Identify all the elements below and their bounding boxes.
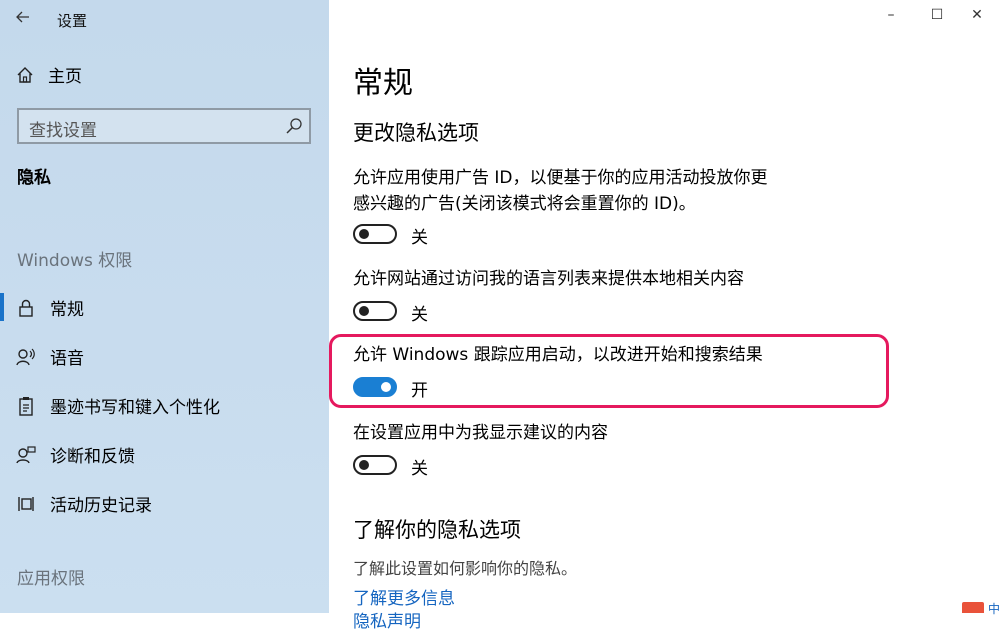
section-heading-privacy-options: 更改隐私选项: [353, 121, 479, 145]
language-list-state: 关: [411, 305, 428, 325]
main-content: – ☐ ✕ 常规 更改隐私选项 允许应用使用广告 ID，以便基于你的应用活动投放…: [329, 0, 1000, 632]
active-indicator: [0, 293, 4, 321]
sidebar-item-speech[interactable]: 语音: [16, 344, 84, 369]
toggle-knob: [359, 229, 369, 239]
sidebar-item-home[interactable]: 主页: [16, 62, 82, 87]
sidebar-item-home-label: 主页: [48, 67, 82, 87]
group-label-app-permissions: 应用权限: [17, 569, 85, 589]
option-advertising-id-line1: 允许应用使用广告 ID，以便基于你的应用活动投放你更: [353, 168, 768, 188]
lock-icon: [16, 298, 36, 318]
tray-app-icon[interactable]: [962, 602, 984, 613]
privacy-statement-link[interactable]: 隐私声明: [353, 607, 421, 632]
sidebar-item-diagnostics-label: 诊断和反馈: [50, 447, 135, 467]
suggested-content-toggle[interactable]: [353, 455, 397, 475]
option-language-list-label: 允许网站通过访问我的语言列表来提供本地相关内容: [353, 269, 744, 289]
option-track-app-launches-label: 允许 Windows 跟踪应用启动，以改进开始和搜索结果: [353, 345, 763, 365]
sidebar-item-diagnostics[interactable]: 诊断和反馈: [16, 442, 135, 467]
feedback-person-icon: [16, 445, 36, 465]
suggested-content-state: 关: [411, 459, 428, 479]
sidebar-item-speech-label: 语音: [50, 349, 84, 369]
sidebar-item-activity-history[interactable]: 活动历史记录: [16, 491, 152, 516]
speech-icon: [16, 347, 36, 367]
back-button[interactable]: [10, 4, 36, 30]
track-app-launches-state: 开: [411, 381, 428, 401]
toggle-knob: [359, 460, 369, 470]
option-advertising-id-label: 允许应用使用广告 ID，以便基于你的应用活动投放你更 感兴趣的广告(关闭该模式将…: [353, 165, 823, 217]
option-advertising-id-line2: 感兴趣的广告(关闭该模式将会重置你的 ID)。: [353, 194, 696, 214]
track-app-launches-toggle[interactable]: [353, 377, 397, 397]
activity-history-icon: [16, 494, 36, 514]
learn-description: 了解此设置如何影响你的隐私。: [353, 559, 578, 578]
advertising-id-state: 关: [411, 228, 428, 248]
sidebar-item-general[interactable]: 常规: [16, 295, 84, 320]
clipboard-pen-icon: [16, 396, 36, 416]
maximize-icon: ☐: [930, 7, 944, 23]
search-input[interactable]: 查找设置: [17, 108, 311, 144]
back-arrow-icon: [16, 11, 29, 23]
sidebar-item-activity-history-label: 活动历史记录: [50, 496, 152, 516]
minimize-button[interactable]: –: [868, 0, 914, 30]
sidebar-item-inking-typing[interactable]: 墨迹书写和键入个性化: [16, 393, 220, 418]
search-icon[interactable]: [285, 117, 303, 135]
search-placeholder: 查找设置: [29, 121, 97, 141]
language-list-toggle[interactable]: [353, 301, 397, 321]
advertising-id-toggle[interactable]: [353, 224, 397, 244]
section-heading-learn-privacy: 了解你的隐私选项: [353, 518, 521, 542]
page-title: 常规: [353, 66, 413, 101]
current-section-title: 隐私: [17, 168, 51, 188]
learn-more-link[interactable]: 了解更多信息: [353, 584, 455, 609]
close-icon: ✕: [971, 7, 983, 23]
ime-indicator[interactable]: 中: [988, 600, 1000, 617]
sidebar-item-inking-typing-label: 墨迹书写和键入个性化: [50, 398, 220, 418]
close-button[interactable]: ✕: [954, 0, 1000, 30]
toggle-knob: [381, 382, 391, 392]
app-title: 设置: [57, 12, 88, 30]
sidebar-item-general-label: 常规: [50, 300, 84, 320]
group-label-windows-permissions: Windows 权限: [17, 251, 133, 271]
sidebar: 设置 主页 查找设置 隐私 Windows 权限 常规 语音 墨迹书写和键入个性…: [0, 0, 329, 613]
toggle-knob: [359, 306, 369, 316]
option-suggested-content-label: 在设置应用中为我显示建议的内容: [353, 423, 608, 443]
home-icon: [17, 66, 33, 83]
minimize-icon: –: [887, 7, 895, 23]
